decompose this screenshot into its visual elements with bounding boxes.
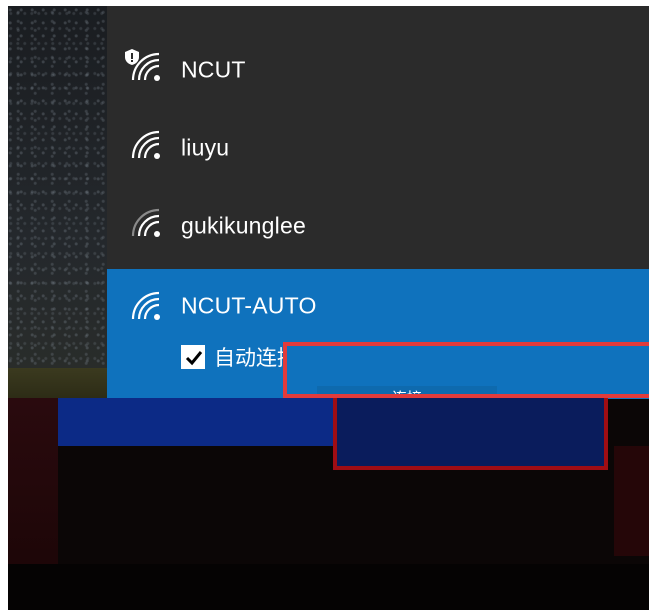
connect-button[interactable]: 连接 <box>283 342 649 398</box>
network-name: NCUT-AUTO <box>181 292 317 319</box>
network-name: liuyu <box>181 134 230 161</box>
checkmark-icon <box>185 351 203 366</box>
network-item-ncut[interactable]: NCUT <box>107 26 649 104</box>
wifi-signal-icon <box>129 128 161 160</box>
connect-button-label: 连接 <box>317 386 497 394</box>
desktop-taskbar-edge <box>8 368 107 398</box>
auto-connect-checkbox[interactable] <box>181 345 205 369</box>
network-name: gukikunglee <box>181 212 306 239</box>
wifi-signal-icon <box>129 289 161 321</box>
auto-connect-option[interactable]: 自动连接 <box>181 342 298 372</box>
screenshot-frame: NCUT liuyu gukikunglee NCUT-AUTO 自动连接 连接 <box>8 6 649 610</box>
ghost-panel-left <box>58 398 336 446</box>
shield-warning-icon <box>124 48 140 70</box>
bottom-strip <box>8 564 649 610</box>
network-item-liuyu[interactable]: liuyu <box>107 104 649 182</box>
network-name: NCUT <box>181 56 246 83</box>
ghost-connect-button <box>333 398 608 470</box>
background-region-right <box>614 446 649 556</box>
network-item-gukikunglee[interactable]: gukikunglee <box>107 182 649 260</box>
wifi-signal-icon <box>129 206 161 238</box>
desktop-background <box>8 6 107 398</box>
network-flyout: NCUT liuyu gukikunglee NCUT-AUTO 自动连接 <box>107 6 649 399</box>
